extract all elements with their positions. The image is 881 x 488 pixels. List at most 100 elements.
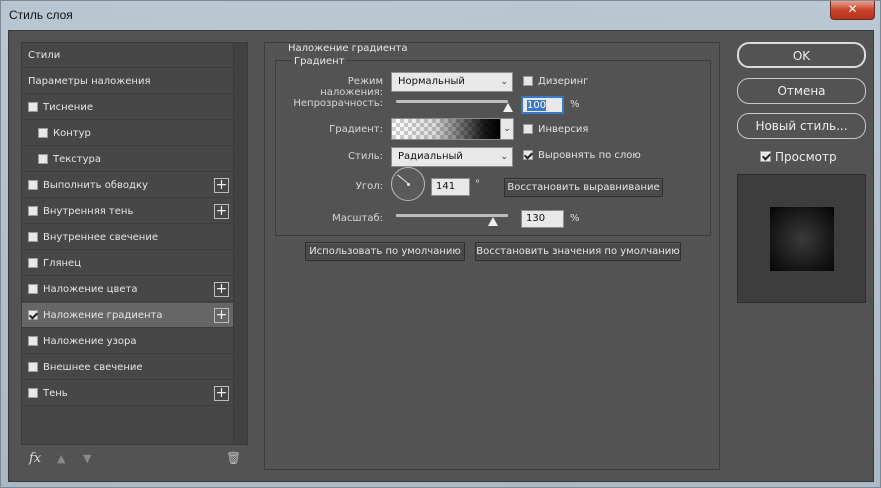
angle-dial-center — [407, 183, 410, 186]
effects-list: Стили Параметры наложения Тиснение Контур Те… — [21, 42, 248, 445]
style-label: Стиль: — [348, 151, 383, 162]
effects-list-item[interactable]: Внешнее свечение — [22, 355, 233, 380]
effect-label: Внутренняя тень — [43, 206, 134, 217]
reset-to-default-button[interactable]: Восстановить значения по умолчанию — [475, 242, 681, 261]
gradient-preview-swatch[interactable] — [391, 118, 501, 140]
effects-list-item[interactable]: Наложение цвета + — [22, 277, 233, 302]
dialog-client-area: Стили Параметры наложения Тиснение Контур Те… — [8, 30, 874, 482]
style-value: Радиальный — [398, 151, 463, 162]
preview-checkbox[interactable] — [760, 151, 771, 162]
opacity-value: 100 — [527, 100, 547, 111]
blend-mode-select[interactable]: Нормальный ⌄ — [391, 72, 513, 92]
scale-value: 130 — [526, 213, 546, 224]
effects-list-item[interactable]: Наложение узора — [22, 329, 233, 354]
angle-input[interactable]: 141 — [431, 178, 470, 196]
effect-label: Наложение цвета — [43, 284, 138, 295]
new-style-button[interactable]: Новый стиль... — [737, 113, 866, 139]
effect-label: Внутреннее свечение — [43, 232, 158, 243]
effect-checkbox[interactable] — [38, 128, 48, 138]
align-with-layer-label: Выровнять по слою — [538, 150, 641, 161]
effects-list-item[interactable]: Глянец — [22, 251, 233, 276]
chevron-down-icon: ⌄ — [503, 124, 511, 134]
effect-label: Тиснение — [43, 102, 93, 113]
opacity-slider[interactable] — [396, 100, 508, 103]
effects-list-item[interactable]: Тиснение — [22, 95, 233, 120]
effect-label: Глянец — [43, 258, 82, 269]
effect-checkbox[interactable] — [28, 284, 38, 294]
effect-checkbox[interactable] — [28, 310, 38, 320]
effect-label: Внешнее свечение — [43, 362, 143, 373]
angle-unit: ° — [475, 179, 480, 190]
effect-label: Параметры наложения — [28, 76, 151, 87]
scale-unit: % — [570, 213, 580, 224]
add-effect-icon[interactable]: + — [214, 308, 229, 323]
chevron-down-icon: ⌄ — [500, 152, 508, 162]
effect-checkbox[interactable] — [28, 336, 38, 346]
effect-checkbox[interactable] — [28, 362, 38, 372]
gradient-picker-dropdown[interactable]: ⌄ — [500, 118, 514, 140]
gradient-group-title: Градиент — [292, 56, 347, 67]
move-down-icon[interactable]: ▼ — [83, 452, 91, 465]
effect-checkbox[interactable] — [28, 180, 38, 190]
effects-toolbar: fx ▲ ▼ 🗑 — [21, 449, 248, 471]
cancel-button[interactable]: Отмена — [737, 78, 866, 104]
angle-label: Угол: — [355, 181, 383, 192]
angle-dial[interactable] — [391, 167, 425, 201]
angle-value: 141 — [436, 181, 456, 192]
effects-list-item[interactable]: Контур — [22, 121, 233, 146]
effects-list-item[interactable]: Стили — [22, 43, 233, 68]
dither-label: Дизеринг — [538, 76, 589, 87]
preview-label: Просмотр — [775, 150, 837, 164]
effect-checkbox[interactable] — [38, 154, 48, 164]
effect-label: Выполнить обводку — [43, 180, 148, 191]
opacity-input[interactable]: 100 — [521, 96, 564, 114]
scale-slider-handle[interactable] — [488, 217, 499, 226]
effects-list-item[interactable]: Внутреннее свечение — [22, 225, 233, 250]
opacity-unit: % — [570, 99, 580, 110]
opacity-slider-handle[interactable] — [503, 103, 513, 112]
effects-list-item[interactable]: Выполнить обводку + — [22, 173, 233, 198]
scale-input[interactable]: 130 — [521, 210, 564, 228]
add-effect-icon[interactable]: + — [214, 178, 229, 193]
effects-list-scrollbar[interactable] — [233, 43, 247, 444]
ok-button[interactable]: OK — [737, 42, 866, 68]
fx-menu-icon[interactable]: fx — [29, 451, 41, 466]
style-preview — [737, 174, 866, 303]
reverse-label: Инверсия — [538, 124, 589, 135]
reset-alignment-button[interactable]: Восстановить выравнивание — [504, 178, 663, 197]
make-default-button[interactable]: Использовать по умолчанию — [305, 242, 465, 261]
add-effect-icon[interactable]: + — [214, 282, 229, 297]
style-select[interactable]: Радиальный ⌄ — [391, 147, 513, 167]
effect-checkbox[interactable] — [28, 102, 38, 112]
effects-list-item[interactable]: Текстура — [22, 147, 233, 172]
effect-checkbox[interactable] — [28, 232, 38, 242]
effects-list-item[interactable]: Тень + — [22, 381, 233, 406]
trash-icon[interactable]: 🗑 — [226, 451, 241, 465]
move-up-icon[interactable]: ▲ — [57, 452, 65, 465]
style-preview-swatch — [770, 207, 834, 271]
dither-checkbox[interactable] — [523, 76, 533, 86]
add-effect-icon[interactable]: + — [214, 204, 229, 219]
align-with-layer-checkbox[interactable] — [523, 150, 533, 160]
title-bar[interactable]: Стиль слоя ✕ — [1, 1, 880, 29]
scale-label: Масштаб: — [332, 213, 383, 224]
gradient-overlay-panel: Наложение градиента Градиент Режим налож… — [264, 42, 720, 470]
close-button[interactable]: ✕ — [830, 1, 875, 20]
effect-label: Текстура — [53, 154, 102, 165]
effect-label: Наложение градиента — [43, 310, 163, 321]
gradient-overlay-group-title: Наложение градиента — [286, 43, 410, 54]
add-effect-icon[interactable]: + — [214, 386, 229, 401]
effects-list-item[interactable]: Внутренняя тень + — [22, 199, 233, 224]
blend-mode-value: Нормальный — [398, 76, 465, 87]
effect-checkbox[interactable] — [28, 258, 38, 268]
window-title: Стиль слоя — [9, 8, 73, 22]
reverse-checkbox[interactable] — [523, 124, 533, 134]
effects-list-item[interactable]: Наложение градиента + — [22, 303, 233, 328]
effect-checkbox[interactable] — [28, 206, 38, 216]
effect-checkbox[interactable] — [28, 388, 38, 398]
effect-label: Тень — [43, 388, 68, 399]
effects-list-item[interactable]: Параметры наложения — [22, 69, 233, 94]
blend-mode-label: Режим наложения: — [320, 76, 383, 98]
opacity-label: Непрозрачность: — [293, 98, 383, 109]
gradient-label: Градиент: — [329, 124, 383, 135]
